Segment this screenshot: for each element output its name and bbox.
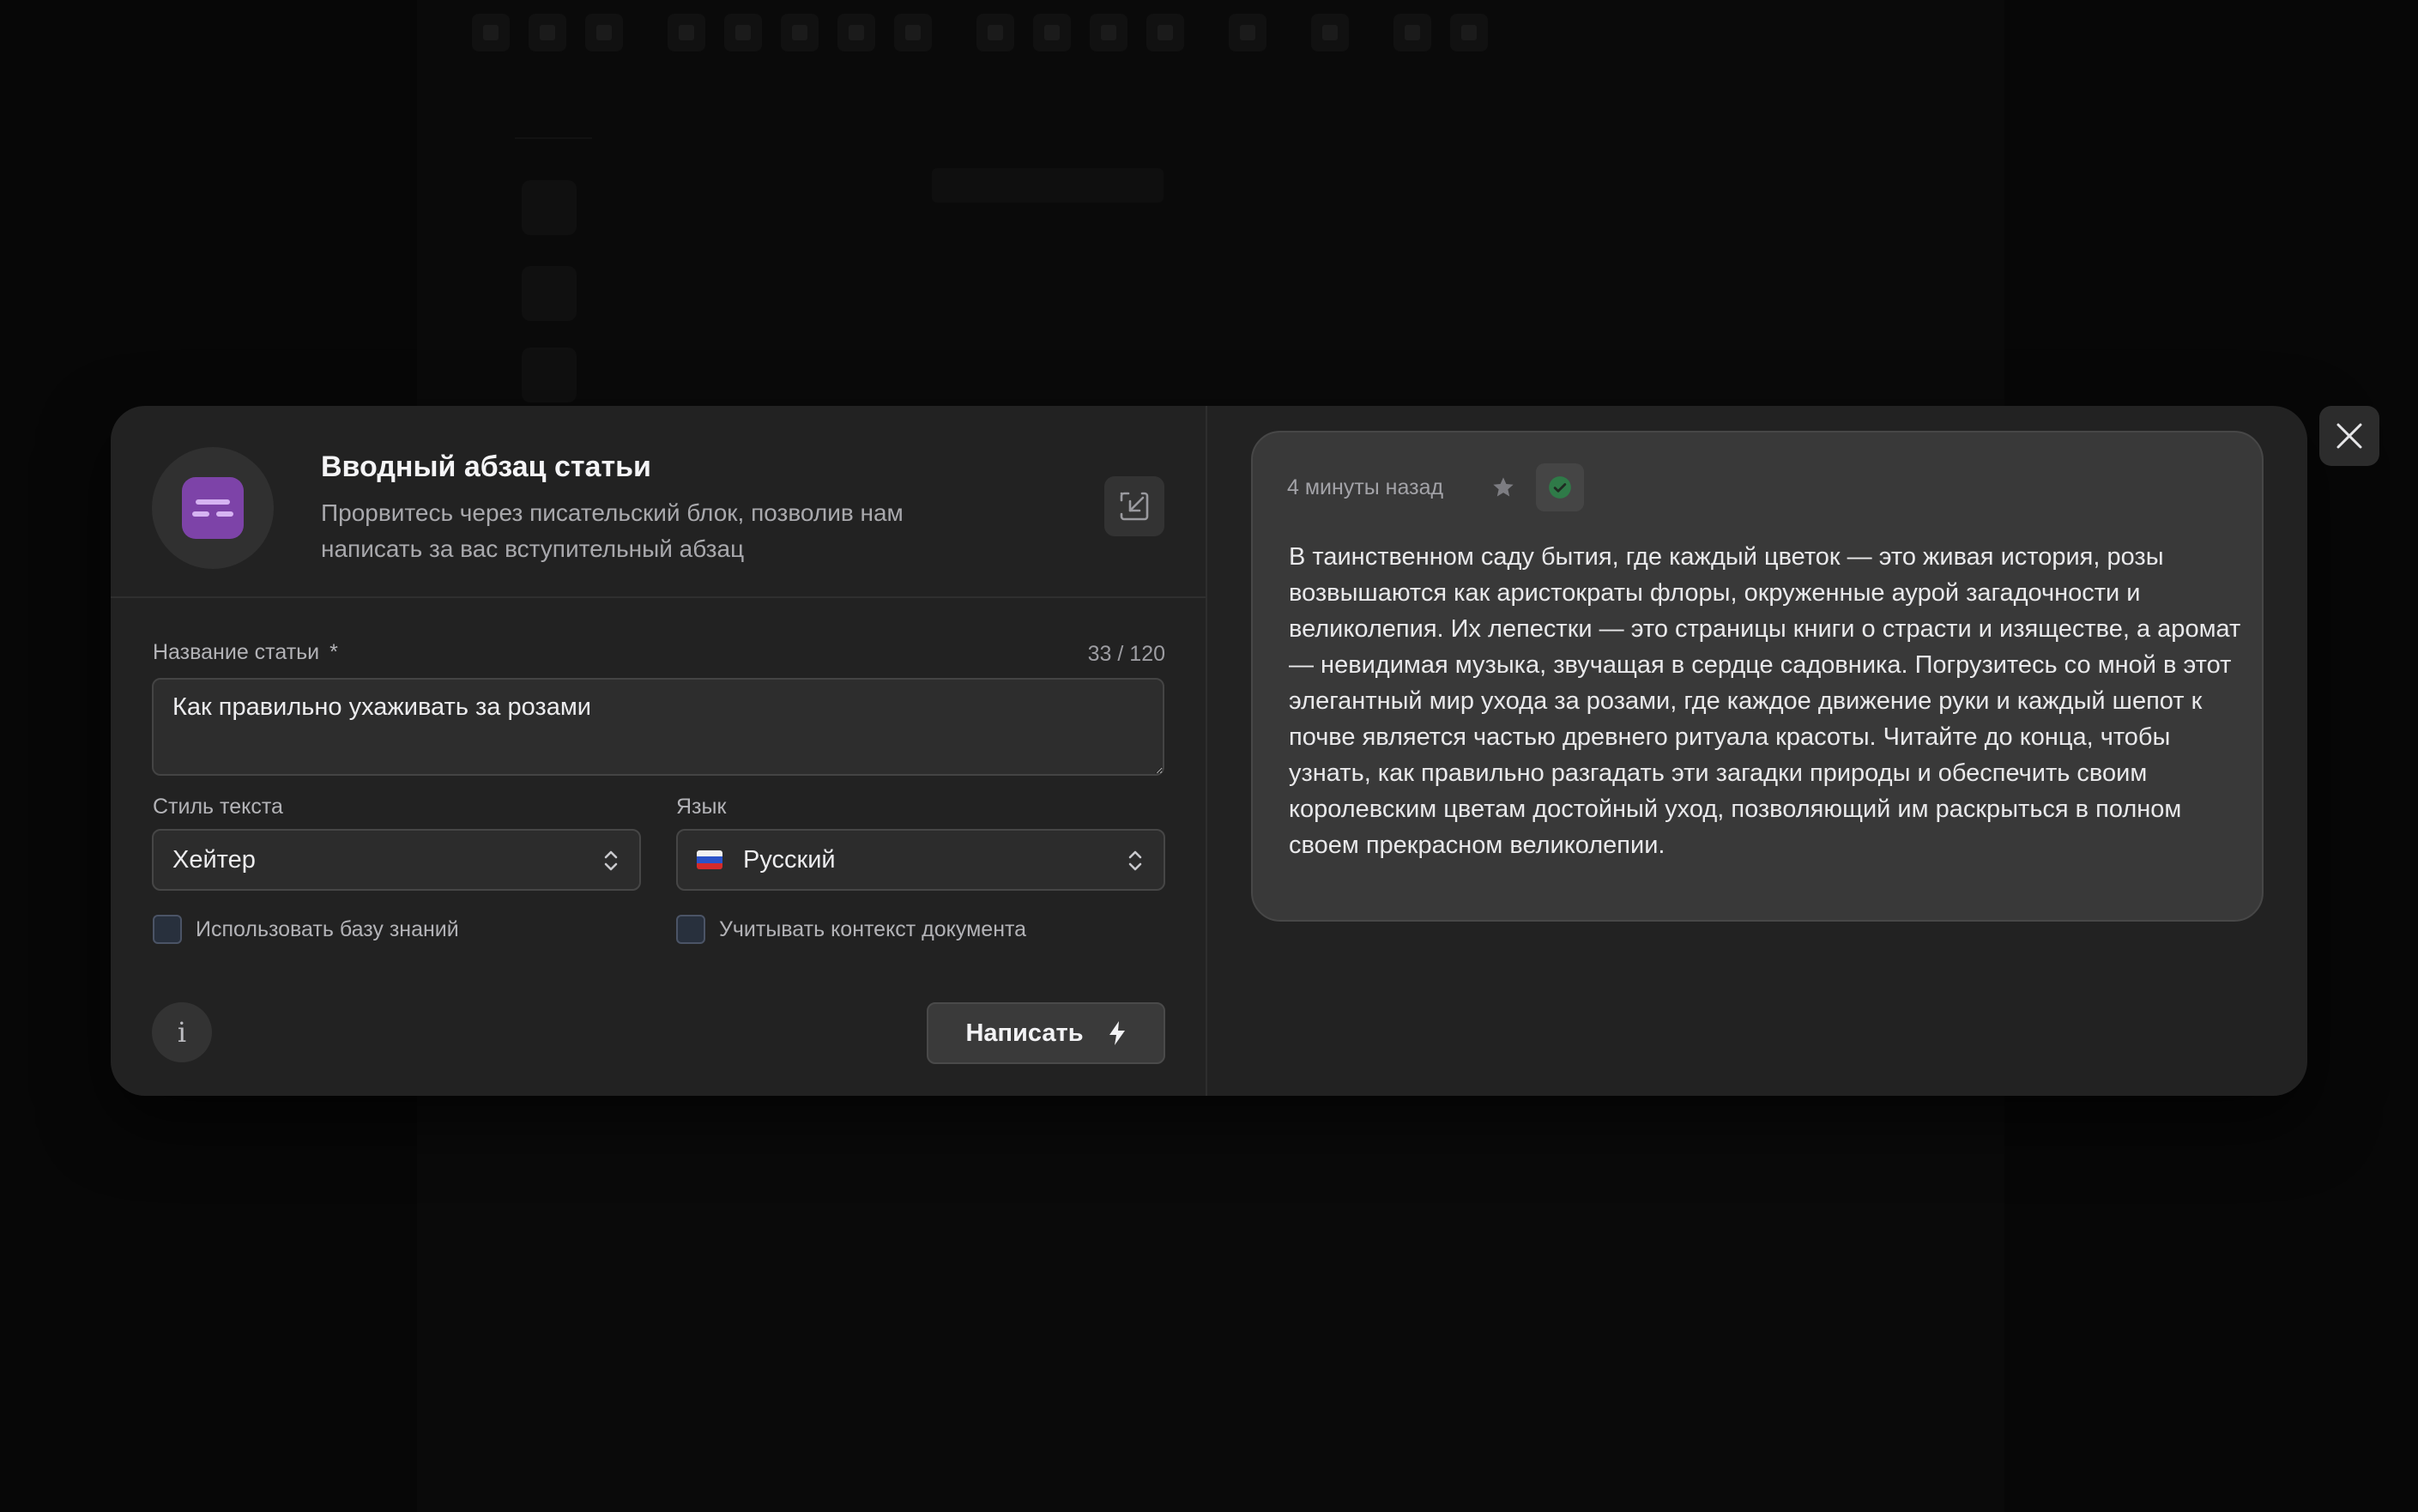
modal-title: Вводный абзац статьи [321,451,651,483]
toolbar-tool-icon [668,14,705,51]
knowledge-base-checkbox-row[interactable]: Использовать базу знаний [153,915,459,944]
knowledge-base-checkbox[interactable] [153,915,182,944]
required-mark: * [329,640,338,664]
write-button[interactable]: Написать [927,1002,1165,1064]
document-context-checkbox-row[interactable]: Учитывать контекст документа [676,915,1026,944]
background-block-handle [522,266,577,321]
article-title-label: Название статьи * [153,640,338,664]
language-value: Русский [743,845,836,874]
star-icon [1493,477,1514,497]
background-toolbar [472,9,1488,57]
lightning-icon [1109,1021,1125,1045]
toolbar-tool-icon [1033,14,1071,51]
toolbar-tool-icon [1311,14,1349,51]
block-badge [152,447,274,569]
result-meta: 4 минуты назад [1287,463,1585,511]
toolbar-tool-icon [1146,14,1184,51]
document-context-checkbox[interactable] [676,915,705,944]
toolbar-tool-icon [894,14,932,51]
toolbar-tool-icon [1393,14,1431,51]
check-circle-icon [1549,476,1571,499]
close-button[interactable] [2319,406,2379,466]
chevron-updown-icon [1128,850,1142,871]
document-context-label: Учитывать контекст документа [719,916,1027,941]
write-button-label: Написать [965,1019,1084,1047]
text-style-value: Хейтер [172,845,256,874]
toolbar-tool-icon [472,14,510,51]
close-icon [2336,423,2362,449]
modal-header: Вводный абзац статьи Прорвитесь через пи… [111,406,1206,598]
result-timestamp: 4 минуты назад [1287,475,1444,499]
toolbar-tool-icon [585,14,623,51]
text-style-label: Стиль текста [153,795,283,819]
collapse-button[interactable] [1104,476,1164,536]
info-icon: i [177,1016,187,1049]
toolbar-tool-icon [1229,14,1266,51]
toolbar-tool-icon [1090,14,1127,51]
article-title-input[interactable]: Как правильно ухаживать за розами [152,678,1164,776]
toolbar-tool-icon [1450,14,1488,51]
text-style-select[interactable]: Хейтер [152,829,641,891]
russia-flag-icon [697,850,722,869]
knowledge-base-label: Использовать базу знаний [196,916,459,941]
accept-button[interactable] [1536,463,1585,511]
toolbar-tool-icon [724,14,762,51]
toolbar-tool-icon [781,14,819,51]
favorite-button[interactable] [1479,463,1527,511]
collapse-arrow-icon [1120,492,1149,521]
result-card: 4 минуты назад В таинственном саду бытия… [1251,431,2264,922]
toolbar-tool-icon [529,14,566,51]
modal-subtitle: Прорвитесь через писательский блок, позв… [321,499,904,562]
language-label: Язык [676,795,727,819]
toolbar-tool-icon [976,14,1014,51]
toolbar-tool-icon [837,14,875,51]
info-button[interactable]: i [152,1002,212,1062]
language-select[interactable]: Русский [676,829,1165,891]
text-lines-icon [182,477,244,539]
background-block-handle [522,348,577,402]
char-counter: 33 / 120 [1087,642,1165,666]
chevron-updown-icon [604,850,618,871]
background-block-handle [522,180,577,235]
background-divider [515,137,592,139]
generated-paragraph[interactable]: В таинственном саду бытия, где каждый цв… [1289,539,2241,863]
background-heading [932,168,1164,203]
